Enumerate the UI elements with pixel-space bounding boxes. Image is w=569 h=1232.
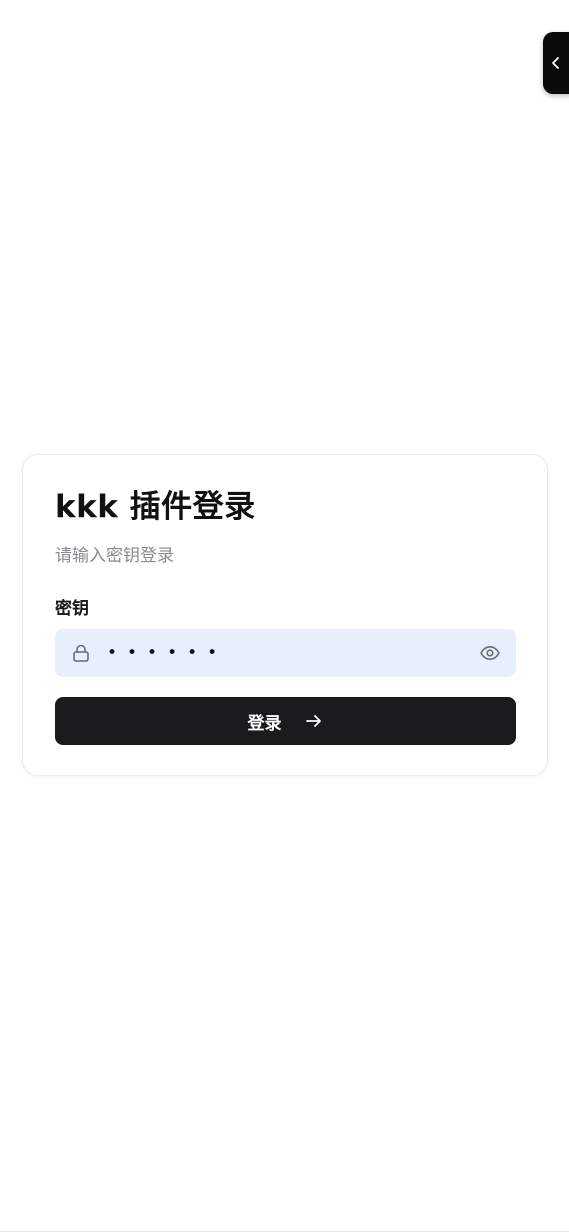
page: kkk 插件登录 请输入密钥登录 密钥 登录 bbox=[0, 0, 569, 1232]
login-button[interactable]: 登录 bbox=[55, 697, 516, 745]
eye-icon[interactable] bbox=[479, 642, 501, 664]
login-title: kkk 插件登录 bbox=[55, 489, 256, 525]
side-panel-toggle-button[interactable] bbox=[543, 32, 569, 94]
lock-icon bbox=[73, 644, 89, 662]
login-button-label: 登录 bbox=[247, 713, 282, 734]
key-field bbox=[55, 629, 516, 677]
arrow-right-icon bbox=[305, 715, 321, 727]
key-field-label: 密钥 bbox=[55, 599, 89, 619]
login-card: kkk 插件登录 请输入密钥登录 密钥 登录 bbox=[22, 454, 548, 776]
key-input[interactable] bbox=[107, 629, 467, 677]
chevron-left-icon bbox=[552, 57, 559, 69]
login-subtitle: 请输入密钥登录 bbox=[55, 546, 174, 566]
